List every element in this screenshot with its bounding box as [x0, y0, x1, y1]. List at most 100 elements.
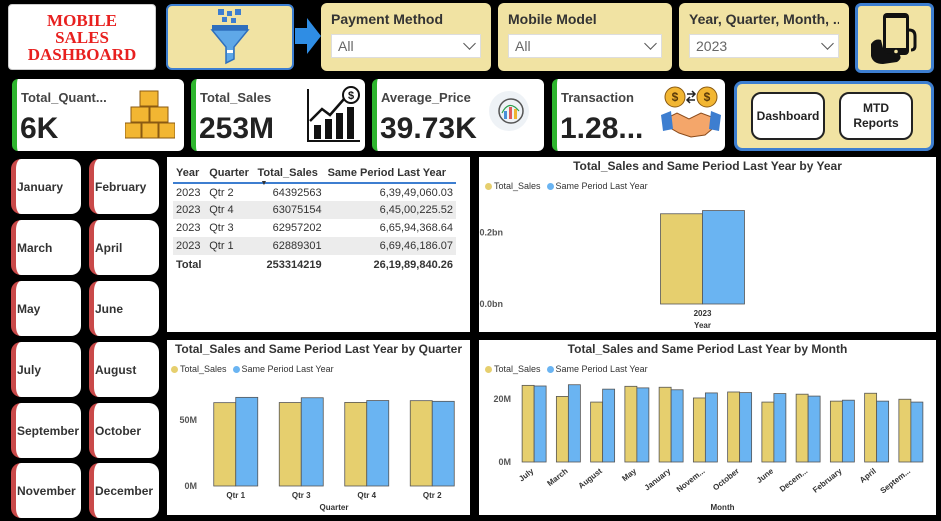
bar-same-period: [876, 400, 890, 463]
month-button-may[interactable]: May: [11, 281, 81, 336]
bar-total-sales: [278, 402, 302, 487]
kpi-card-transaction: Transaction 1.28... $ $: [552, 79, 725, 151]
x-tick-label: Qtr 1: [226, 491, 245, 500]
bar-same-period: [366, 400, 390, 487]
x-tick-label: Qtr 3: [292, 491, 311, 500]
y-tick-label: 20M: [493, 394, 511, 404]
cell-same-period: 6,69,46,186.07: [324, 237, 456, 255]
header-label: Total_Sales: [257, 166, 318, 179]
kpi-card-total-sales: Total_Sales 253M $: [191, 79, 365, 151]
x-tick-label: April: [858, 466, 878, 484]
month-button-january[interactable]: January: [11, 159, 81, 214]
title-line-2: SALES: [55, 27, 109, 47]
hand-holding-phone-icon: [870, 13, 916, 64]
cell-year: 2023: [173, 237, 207, 255]
bar-same-period: [702, 210, 745, 305]
month-button-june[interactable]: June: [89, 281, 159, 336]
slicer-payment-method: Payment Method All: [321, 3, 491, 71]
cell-year: 2023: [176, 222, 201, 234]
bar-same-period: [773, 393, 787, 463]
title-line-3: DASHBOARD: [27, 44, 137, 64]
title-line-1: MOBILE: [47, 10, 117, 30]
x-tick-label: Novem...: [675, 466, 707, 494]
column-header-quarter[interactable]: Quarter: [206, 163, 254, 183]
month-button-march[interactable]: March: [11, 220, 81, 275]
chart-panel-by-month: Total_Sales and Same Period Last Year by…: [479, 340, 936, 515]
month-button-september[interactable]: September: [11, 403, 81, 458]
y-tick-label: 0M: [498, 457, 511, 467]
x-tick-label: 2023: [694, 309, 712, 318]
month-button-october[interactable]: October: [89, 403, 159, 458]
month-button-december[interactable]: December: [89, 463, 159, 518]
bar-same-period: [533, 385, 547, 463]
bar-total-sales: [409, 400, 433, 487]
bar-total-sales: [590, 401, 604, 463]
cell-quarter: Qtr 3: [209, 222, 234, 234]
bar-total-sales: [555, 396, 569, 463]
cell-total-sales-sum: 253314219: [266, 259, 322, 271]
arrow-right-icon: [295, 18, 321, 54]
column-header-total-sales[interactable]: Total_Sales ▼: [255, 163, 325, 188]
bar-same-period: [567, 384, 581, 463]
sales-by-quarter-table: Year Quarter Total_Sales ▼ Same Period L…: [173, 163, 456, 275]
mtd-reports-nav-button[interactable]: MTD Reports: [839, 92, 913, 140]
mtd-label: MTD: [863, 101, 889, 115]
cell-quarter: Qtr 2: [209, 186, 234, 199]
cell-same-period: 6,39,49,060.03: [379, 186, 453, 199]
month-button-april[interactable]: April: [89, 220, 159, 275]
cell-total-blank: [206, 255, 254, 275]
y-tick-label: 0.2bn: [479, 228, 503, 238]
kpi-value: 39.73K: [380, 112, 477, 145]
x-tick-label: February: [811, 466, 844, 495]
bar-total-sales: [624, 385, 638, 463]
bar-total-sales: [761, 401, 775, 463]
chevron-down-icon: [463, 37, 476, 50]
column-header-year[interactable]: Year: [173, 163, 206, 183]
bar-same-period: [739, 392, 753, 463]
table-row: 2023 Qtr 2 64392563 6,39,49,060.03: [173, 183, 456, 201]
y-tick-label: 50M: [179, 415, 197, 425]
filter-panel-button[interactable]: [166, 4, 294, 70]
x-tick-label: Qtr 4: [357, 491, 376, 500]
sort-descending-icon: ▼: [260, 180, 268, 187]
dropdown-value: 2023: [696, 38, 728, 54]
cell-same-period: 6,65,94,368.64: [379, 222, 453, 234]
kpi-label: Total_Quant...: [21, 90, 107, 105]
bar-total-sales: [692, 397, 706, 463]
chart-magnifier-icon: [489, 91, 529, 131]
kpi-label: Total_Sales: [200, 90, 272, 105]
cell-quarter: Qtr 1: [206, 237, 255, 255]
x-tick-label: August: [577, 466, 605, 490]
mobile-model-dropdown[interactable]: All: [508, 34, 662, 58]
x-tick-label: Decem...: [778, 466, 809, 493]
cell-quarter: Qtr 4: [206, 201, 255, 219]
bar-total-sales: [658, 386, 672, 463]
chart-quarter-svg: 0M 50M Qtr 1 Qtr 3 Qtr 4 Qtr 2 Quarter: [179, 396, 455, 512]
dashboard-nav-button[interactable]: Dashboard: [751, 92, 825, 140]
cell-total-label: Total: [176, 259, 202, 271]
bar-same-period: [670, 389, 684, 463]
chart-panel-by-year: Total_Sales and Same Period Last Year by…: [479, 157, 936, 332]
month-button-july[interactable]: July: [11, 342, 81, 397]
cell-same-period-sum: 26,19,89,840.26: [373, 259, 453, 271]
month-button-february[interactable]: February: [89, 159, 159, 214]
date-hierarchy-dropdown[interactable]: 2023: [689, 34, 839, 58]
month-button-november[interactable]: November: [11, 463, 81, 518]
bar-same-period: [636, 387, 650, 463]
x-tick-label: June: [755, 466, 776, 485]
bar-total-sales: [864, 392, 878, 463]
table-total-row: Total 253314219 26,19,89,840.26: [173, 255, 456, 275]
cell-same-period: 6,45,00,225.52: [324, 201, 456, 219]
bar-same-period: [841, 399, 855, 463]
x-tick-label: Qtr 2: [423, 491, 442, 500]
dashboard-title: MOBILE SALES DASHBOARD: [8, 4, 156, 70]
dropdown-value: All: [515, 38, 531, 54]
bar-same-period: [704, 392, 718, 463]
svg-text:$: $: [672, 90, 679, 104]
payment-method-dropdown[interactable]: All: [331, 34, 481, 58]
bar-chart-dollar-icon: $: [307, 86, 360, 142]
slicer-mobile-model: Mobile Model All: [498, 3, 672, 71]
column-header-same-period-last-year[interactable]: Same Period Last Year: [325, 163, 456, 183]
bar-total-sales: [898, 398, 912, 463]
month-button-august[interactable]: August: [89, 342, 159, 397]
